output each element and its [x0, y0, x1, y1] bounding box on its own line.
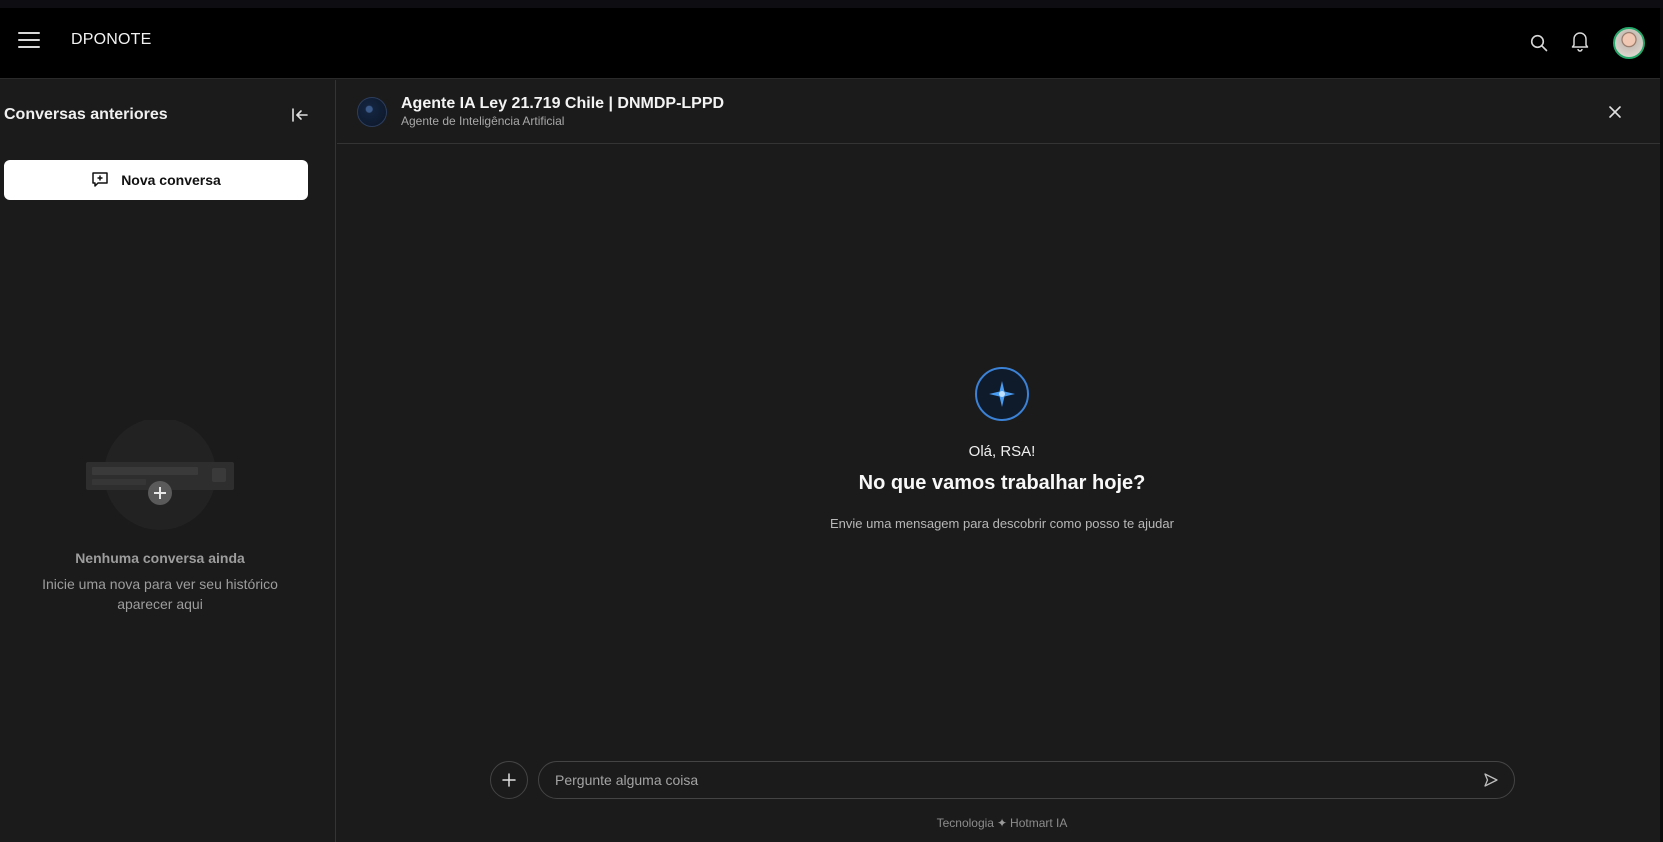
greeting: Olá, RSA!	[968, 443, 1036, 460]
footer-provider: Hotmart IA	[1010, 816, 1068, 830]
agent-header: Agente IA Ley 21.719 Chile | DNMDP-LPPD …	[337, 80, 1660, 144]
attach-button[interactable]	[490, 761, 528, 799]
chat-main: Agente IA Ley 21.719 Chile | DNMDP-LPPD …	[337, 80, 1660, 842]
new-conversation-label: Nova conversa	[121, 172, 221, 188]
empty-state-illustration	[86, 418, 234, 538]
search-icon[interactable]	[1530, 34, 1548, 57]
send-icon[interactable]	[1483, 772, 1499, 788]
agent-avatar	[357, 97, 387, 127]
footer-credit: Tecnologia ✦ Hotmart IA	[337, 816, 1663, 830]
new-chat-icon	[92, 172, 108, 187]
footer-tech-label: Tecnologia	[936, 816, 994, 830]
empty-state-subtitle: Inicie uma nova para ver seu histórico a…	[42, 576, 278, 612]
top-header: DPONOTE	[0, 8, 1660, 79]
sparkle-small-icon: ✦	[996, 816, 1008, 830]
agent-name: Agente IA Ley 21.719 Chile | DNMDP-LPPD	[401, 95, 725, 112]
hero-subtitle: Envie uma mensagem para descobrir como p…	[830, 516, 1174, 531]
conversation-sidebar: Conversas anteriores Nova conversa Nenhu…	[0, 80, 336, 842]
sidebar-title: Conversas anteriores	[4, 106, 168, 123]
message-input[interactable]	[555, 762, 1455, 798]
close-icon[interactable]	[1606, 103, 1624, 121]
collapse-sidebar-icon[interactable]	[290, 105, 310, 125]
plus-icon	[502, 773, 516, 787]
window-top-strip	[0, 0, 1663, 8]
new-conversation-button[interactable]: Nova conversa	[4, 160, 308, 200]
bell-icon[interactable]	[1570, 30, 1590, 57]
sparkle-icon	[975, 367, 1029, 421]
brand-name: DPONOTE	[71, 31, 152, 48]
message-composer	[538, 761, 1515, 799]
agent-subtitle: Agente de Inteligência Artificial	[401, 114, 565, 128]
menu-icon[interactable]	[18, 32, 40, 50]
empty-state-title: Nenhuma conversa ainda	[75, 550, 245, 566]
hero-title: No que vamos trabalhar hoje?	[858, 472, 1146, 494]
user-avatar[interactable]	[1613, 27, 1645, 59]
